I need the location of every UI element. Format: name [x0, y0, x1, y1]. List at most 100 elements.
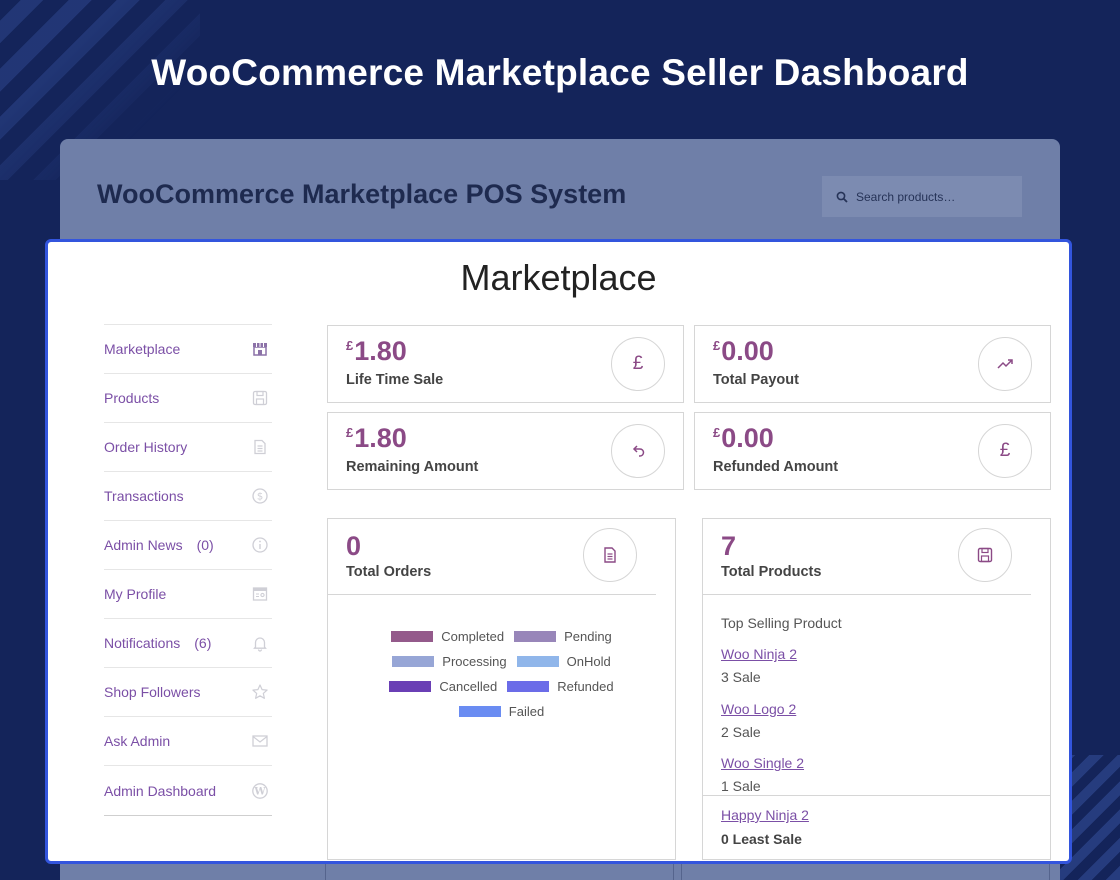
pound-icon: £ — [611, 337, 665, 391]
currency-symbol: £ — [713, 338, 721, 353]
legend-item[interactable]: Refunded — [507, 679, 614, 694]
legend-item[interactable]: Pending — [514, 629, 612, 644]
legend-swatch — [514, 631, 557, 642]
currency-symbol: £ — [713, 425, 721, 440]
sidebar-item-label: Ask Admin — [104, 733, 171, 749]
sidebar-item-label: Order History — [104, 439, 188, 455]
trending-up-icon — [978, 337, 1032, 391]
legend-swatch — [458, 706, 501, 717]
info-icon — [251, 536, 269, 554]
legend-label: Processing — [442, 654, 507, 669]
sidebar-item-admin-dashboard[interactable]: Admin Dashboard W — [104, 766, 272, 815]
stat-value: £1.80 — [346, 336, 407, 367]
least-product-link[interactable]: Happy Ninja 2 — [721, 807, 809, 823]
stat-amount: 1.80 — [354, 336, 407, 366]
divider — [703, 795, 1050, 796]
document-icon — [251, 438, 269, 456]
divider — [328, 594, 656, 595]
legend-label: Refunded — [557, 679, 614, 694]
total-products-label: Total Products — [721, 564, 822, 580]
pound-icon: £ — [978, 424, 1032, 478]
banner-title: WooCommerce Marketplace Seller Dashboard — [151, 52, 969, 93]
sidebar-item-label: Notifications — [104, 635, 181, 651]
legend-label: OnHold — [566, 654, 611, 669]
legend-item[interactable]: Processing — [392, 654, 507, 669]
sidebar-item-admin-news[interactable]: Admin News (0) — [104, 521, 272, 570]
svg-text:$: $ — [257, 492, 263, 503]
pos-window-footer — [325, 862, 1050, 880]
wordpress-icon: W — [251, 782, 269, 800]
sidebar-item-label: My Profile — [104, 586, 167, 602]
document-icon — [583, 528, 637, 582]
stat-value: £0.00 — [713, 336, 774, 367]
product-sales: 3 Sale — [721, 669, 761, 685]
bell-icon — [251, 634, 269, 652]
sidebar-item-label: Transactions — [104, 488, 184, 504]
sidebar-item-my-profile[interactable]: My Profile — [104, 570, 272, 619]
stat-amount: 1.80 — [354, 423, 407, 453]
legend-item[interactable]: OnHold — [516, 654, 611, 669]
top-selling-heading: Top Selling Product — [721, 615, 842, 631]
legend-swatch — [392, 656, 435, 667]
pos-title: WooCommerce Marketplace POS System — [97, 179, 627, 209]
sidebar-item-marketplace[interactable]: Marketplace — [104, 325, 272, 374]
product-link[interactable]: Woo Single 2 — [721, 755, 804, 771]
save-icon — [958, 528, 1012, 582]
sidebar-item-ask-admin[interactable]: Ask Admin — [104, 717, 272, 766]
stat-label: Remaining Amount — [346, 459, 479, 475]
stat-amount: 0.00 — [721, 423, 774, 453]
legend-swatch — [391, 631, 434, 642]
total-orders-panel: 0 Total Orders Completed Pending Process… — [327, 518, 676, 860]
stat-label: Life Time Sale — [346, 372, 444, 388]
legend-swatch — [507, 681, 550, 692]
total-orders-label: Total Orders — [346, 564, 432, 580]
legend-label: Completed — [441, 629, 505, 644]
undo-icon — [611, 424, 665, 478]
legend-swatch — [389, 681, 432, 692]
currency-symbol: £ — [346, 425, 354, 440]
stat-remaining-amount: £1.80 Remaining Amount — [327, 412, 684, 490]
total-orders-value: 0 — [346, 531, 362, 561]
sidebar-item-shop-followers[interactable]: Shop Followers — [104, 668, 272, 717]
total-products-value: 7 — [721, 531, 737, 561]
stat-label: Total Payout — [713, 372, 799, 388]
product-sales: 2 Sale — [721, 724, 761, 740]
mail-icon — [251, 732, 269, 750]
legend-item[interactable]: Failed — [458, 704, 545, 719]
legend-item[interactable]: Cancelled — [389, 679, 497, 694]
dollar-icon: $ — [251, 487, 269, 505]
search-placeholder: Search products… — [856, 189, 956, 204]
sidebar-item-transactions[interactable]: Transactions $ — [104, 472, 272, 521]
product-link[interactable]: Woo Logo 2 — [721, 701, 796, 717]
search-input[interactable]: Search products… — [822, 176, 1022, 217]
svg-text:W: W — [253, 786, 266, 797]
marketplace-card: Marketplace Marketplace Products Order H… — [45, 239, 1072, 864]
sidebar-item-count: (6) — [194, 635, 212, 651]
stat-total-payout: £0.00 Total Payout — [694, 325, 1051, 403]
legend-label: Cancelled — [439, 679, 498, 694]
sidebar-item-label: Shop Followers — [104, 684, 201, 700]
sidebar-item-label: Admin Dashboard — [104, 782, 217, 799]
stat-refunded-amount: £0.00 Refunded Amount £ — [694, 412, 1051, 490]
stat-lifetime-sale: £1.80 Life Time Sale £ — [327, 325, 684, 403]
sidebar-item-label: Admin News — [104, 537, 183, 553]
sidebar-item-order-history[interactable]: Order History — [104, 423, 272, 472]
legend-label: Pending — [564, 629, 612, 644]
legend-item[interactable]: Completed — [391, 629, 504, 644]
sidebar-item-label: Products — [104, 390, 160, 406]
sidebar-nav: Marketplace Products Order History Trans… — [104, 324, 272, 816]
search-icon — [836, 191, 848, 203]
stat-amount: 0.00 — [721, 336, 774, 366]
stat-value: £1.80 — [346, 423, 407, 454]
sidebar-item-notifications[interactable]: Notifications (6) — [104, 619, 272, 668]
profile-icon — [251, 585, 269, 603]
sidebar-item-products[interactable]: Products — [104, 374, 272, 423]
product-sales: 1 Sale — [721, 778, 761, 794]
currency-symbol: £ — [346, 338, 354, 353]
divider — [703, 594, 1031, 595]
total-products-panel: 7 Total Products Top Selling Product Woo… — [702, 518, 1051, 860]
sidebar-item-label: Marketplace — [104, 341, 181, 357]
legend-label: Failed — [508, 704, 545, 719]
least-product-sales: 0 Least Sale — [721, 831, 802, 847]
product-link[interactable]: Woo Ninja 2 — [721, 646, 797, 662]
